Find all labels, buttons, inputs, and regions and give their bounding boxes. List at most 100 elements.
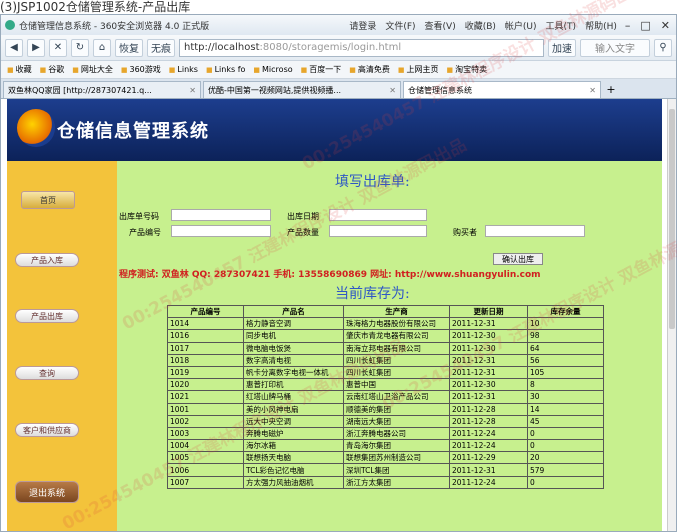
minimize-icon[interactable]: – [625, 19, 631, 32]
url-path: :8080/storagemis/login.html [259, 42, 402, 53]
table-cell: 1017 [167, 341, 244, 355]
nav-bar: ◀ ▶ ✕ ↻ ⌂ 恢复 无痕 http://localhost :8080/s… [1, 35, 676, 61]
table-cell: 2011-12-31 [449, 390, 528, 404]
exit-button[interactable]: 退出系统 [15, 481, 79, 503]
sidebar-item-query[interactable]: 查询 [15, 366, 79, 380]
search-icon[interactable]: ⚲ [654, 38, 672, 57]
scrollbar[interactable] [667, 99, 676, 531]
table-cell: 0 [527, 426, 604, 441]
close-tab-icon[interactable]: ✕ [389, 86, 396, 95]
accelerate-button[interactable]: 加速 [548, 38, 576, 57]
bookmarks-bar: 收藏 谷歌 网址大全 360游戏 Links Links fo Microso … [1, 61, 676, 79]
back-button[interactable]: ◀ [5, 38, 23, 57]
menu-view[interactable]: 查看(V) [425, 19, 456, 32]
table-cell: 2011-12-31 [449, 317, 528, 331]
stock-table-body: 1014 格力静音空调 珠海格力电器股份有限公司 2011-12-31 10 1016 同步… [167, 317, 604, 489]
table-cell: 8 [527, 378, 604, 392]
stop-button[interactable]: ✕ [49, 38, 67, 57]
menu-help[interactable]: 帮助(H) [585, 19, 617, 32]
scrollbar-thumb[interactable] [669, 109, 675, 329]
tab-strip: 双鱼林QQ家园 [http://287307421.q... ✕ 优酷-中国第一视… [1, 79, 676, 99]
bookmark-item[interactable]: 360游戏 [121, 64, 161, 75]
table-cell: 64 [527, 341, 604, 355]
table-cell: 联想集团苏州制造公司 [343, 451, 450, 465]
table-cell: 30 [527, 390, 604, 404]
browser-window: 仓储管理信息系统 - 360安全浏览器 4.0 正式版 请登录 文件(F) 查看… [0, 14, 677, 532]
table-cell: 105 [527, 365, 604, 380]
bookmark-item[interactable]: 高清免费 [349, 64, 390, 75]
table-cell: 2011-12-24 [449, 439, 528, 453]
bookmark-item[interactable]: 收藏 [7, 64, 32, 75]
bookmark-item[interactable]: Links [169, 65, 198, 74]
stock-title: 当前库存为: [335, 286, 410, 302]
maximize-icon[interactable]: □ [640, 19, 650, 32]
bookmark-item[interactable]: Links fo [206, 65, 246, 74]
page-caption: (3)JSP1002仓储管理系统-产品出库 [0, 0, 191, 14]
table-cell: 四川长虹集团 [343, 365, 450, 380]
table-cell: 四川长虹集团 [343, 353, 450, 367]
table-row: 1019 帆卡分离数字电视一体机 四川长虹集团 2011-12-31 105 [167, 365, 604, 380]
bookmark-item[interactable]: 淘宝特卖 [447, 64, 487, 75]
col-header: 更新日期 [449, 304, 528, 319]
sidebar-item-clients[interactable]: 客户和供应商 [15, 423, 79, 437]
table-row: 1006 TCL彩色记忆电脑 深圳TCL集团 2011-12-31 579 [167, 463, 604, 477]
buyer-label: 购买者 [453, 228, 477, 237]
out-date-input[interactable] [329, 209, 427, 221]
table-cell: 1020 [167, 378, 244, 392]
table-cell: 14 [527, 402, 604, 416]
table-cell: 98 [527, 329, 604, 343]
table-cell: 2011-12-28 [449, 414, 528, 428]
table-cell: 惠普中国 [343, 378, 450, 392]
bookmark-item[interactable]: 谷歌 [40, 64, 64, 75]
product-no-input[interactable] [171, 225, 271, 237]
menu-favorites[interactable]: 收藏(B) [465, 19, 496, 32]
no-trace-button[interactable]: 无痕 [147, 38, 175, 57]
table-cell: 1004 [167, 439, 244, 453]
tab-storage-system[interactable]: 仓储管理信息系统 ✕ [403, 81, 601, 98]
table-cell: 2011-12-24 [449, 426, 528, 441]
menu-file[interactable]: 文件(F) [385, 19, 415, 32]
confirm-stock-out-button[interactable]: 确认出库 [493, 253, 543, 265]
search-input[interactable]: 输入文字 [580, 38, 650, 57]
tab-youku[interactable]: 优酷-中国第一视频网站,提供视频播... ✕ [203, 81, 401, 98]
close-icon[interactable]: ✕ [661, 19, 670, 32]
table-cell: 数字高清电视 [243, 353, 344, 367]
col-header: 生产商 [343, 304, 450, 319]
order-no-input[interactable] [171, 209, 271, 221]
close-tab-icon[interactable]: ✕ [589, 86, 596, 95]
close-tab-icon[interactable]: ✕ [189, 86, 196, 95]
table-cell: 2011-12-31 [449, 365, 528, 380]
table-cell: 同步电机 [243, 329, 344, 343]
window-title: 仓储管理信息系统 - 360安全浏览器 4.0 正式版 [19, 21, 210, 32]
table-cell: 10 [527, 317, 604, 331]
table-header-row: 产品编号 产品名 生产商 更新日期 库存余量 [167, 304, 604, 319]
bookmark-item[interactable]: 上网主页 [398, 64, 439, 75]
bookmark-item[interactable]: 网址大全 [72, 64, 113, 75]
table-cell: 2011-12-31 [449, 353, 528, 367]
table-cell: 方太强力风抽油烟机 [243, 475, 344, 489]
quantity-input[interactable] [329, 225, 427, 237]
home-button[interactable]: ⌂ [93, 38, 111, 57]
menu-tools[interactable]: 工具(T) [546, 19, 577, 32]
table-cell: 远大中央空调 [243, 414, 344, 428]
window-controls: – □ ✕ [625, 19, 670, 32]
menu-account[interactable]: 帐户(U) [505, 19, 537, 32]
sidebar-item-stock-out[interactable]: 产品出库 [15, 309, 79, 323]
buyer-input[interactable] [485, 225, 585, 237]
table-cell: 青岛海尔集团 [343, 439, 450, 453]
bookmark-item[interactable]: Microso [253, 65, 293, 74]
table-cell: 惠普打印机 [243, 378, 344, 392]
refresh-button[interactable]: ↻ [71, 38, 89, 57]
url-host: http://localhost [184, 42, 260, 53]
sidebar-item-stock-in[interactable]: 产品入库 [15, 253, 79, 267]
restore-button[interactable]: 恢复 [115, 38, 143, 57]
sidebar-item-home[interactable]: 首页 [21, 191, 75, 209]
bookmark-item[interactable]: 百度一下 [301, 64, 341, 75]
form-title: 填写出库单: [335, 174, 410, 190]
forward-button[interactable]: ▶ [27, 38, 45, 57]
new-tab-icon[interactable]: + [603, 81, 619, 98]
address-bar[interactable]: http://localhost :8080/storagemis/login.… [179, 38, 544, 57]
tab-qq-home[interactable]: 双鱼林QQ家园 [http://287307421.q... ✕ [3, 81, 201, 98]
table-cell: 顺德美的集团 [343, 402, 450, 416]
login-link[interactable]: 请登录 [349, 19, 376, 32]
